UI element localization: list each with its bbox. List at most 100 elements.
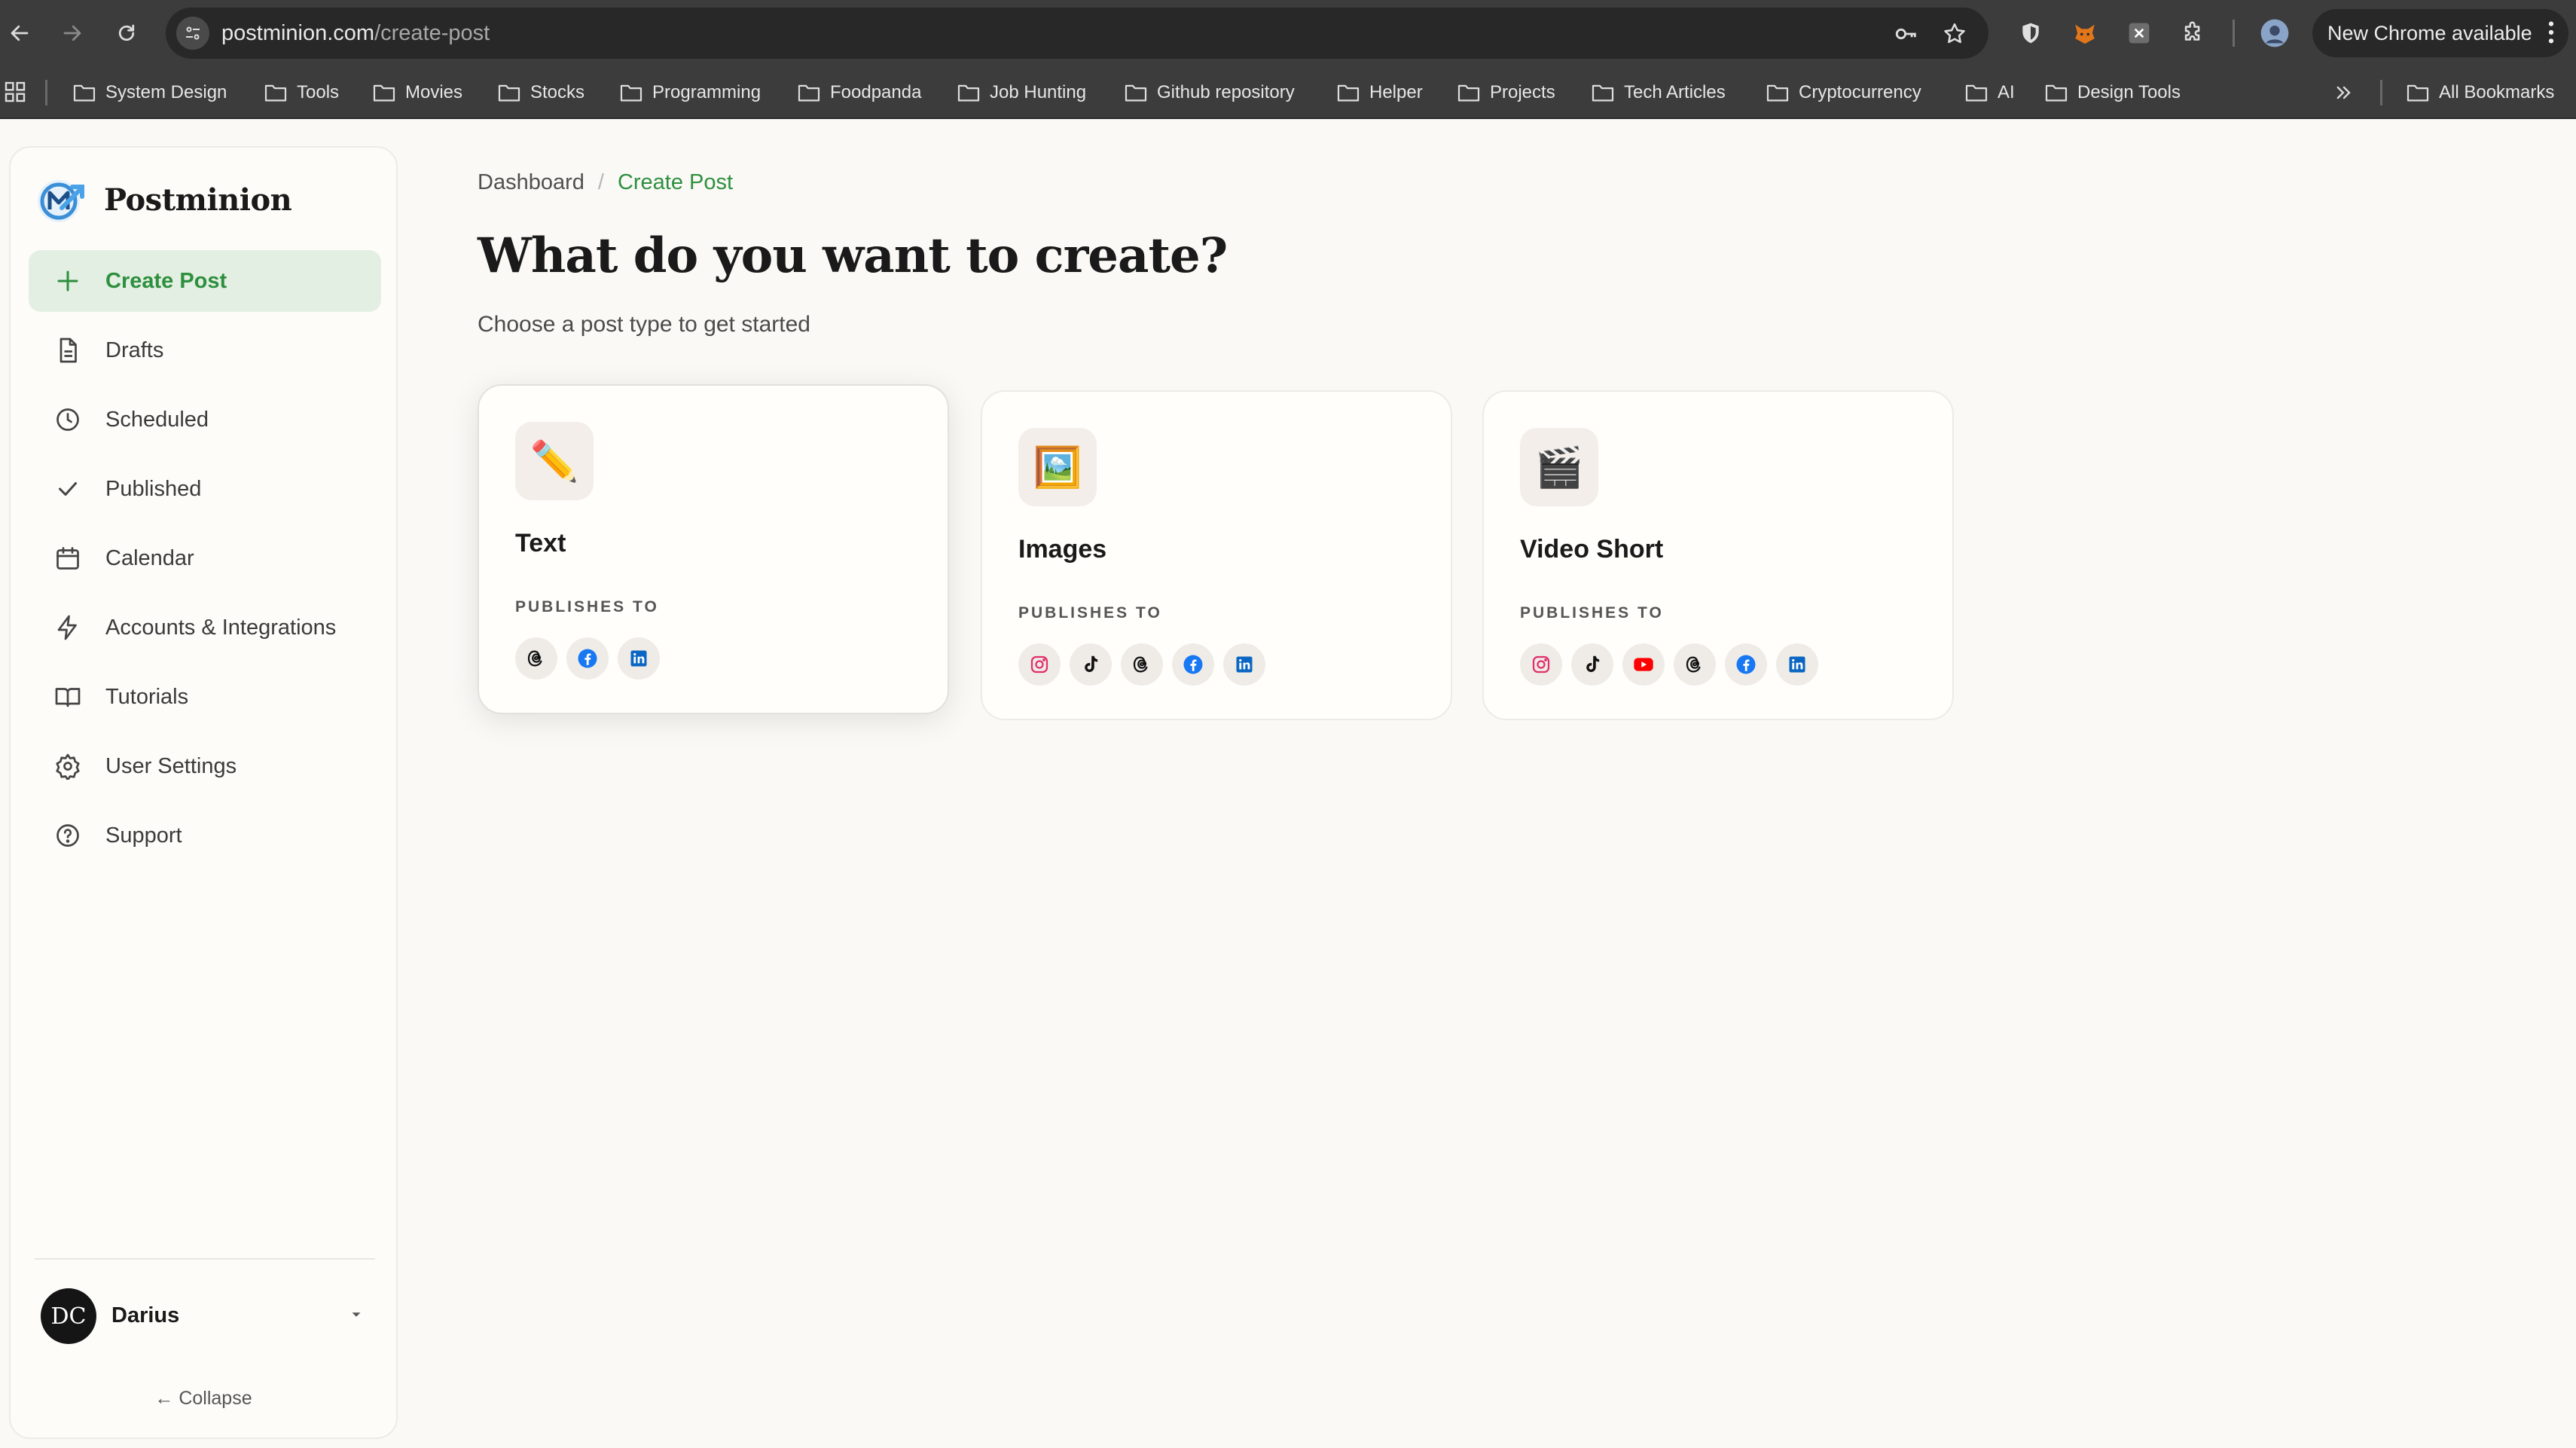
- bookmark-folder[interactable]: Helper: [1336, 78, 1423, 107]
- card-title: Images: [1018, 535, 1107, 564]
- shield-extension-icon[interactable]: [2014, 17, 2047, 50]
- bookmark-folder[interactable]: Job Hunting: [957, 78, 1086, 107]
- nav-calendar[interactable]: Calendar: [29, 527, 381, 589]
- nav-label: Published: [105, 476, 202, 501]
- user-name[interactable]: Darius: [111, 1303, 179, 1328]
- bookmark-label: Programming: [652, 82, 762, 102]
- publishes-to-label: PUBLISHES TO: [1520, 604, 1664, 622]
- instagram-icon: [1520, 643, 1562, 686]
- linkedin-icon: [1223, 643, 1265, 686]
- bookmark-label: Movies: [405, 82, 463, 102]
- more-bookmarks-chevron-icon[interactable]: [2333, 78, 2364, 107]
- nav-scheduled[interactable]: Scheduled: [29, 389, 381, 451]
- key-icon[interactable]: [1892, 20, 1921, 48]
- facebook-icon: [1725, 643, 1767, 686]
- nav-label: Tutorials: [105, 684, 189, 709]
- bookmark-label: Cryptocurrency: [1799, 82, 1921, 102]
- update-label: New Chrome available: [2327, 21, 2532, 44]
- tiktok-icon: [1571, 643, 1613, 686]
- bookmark-folder[interactable]: Cryptocurrency: [1766, 78, 1921, 107]
- toolbar-divider: [2233, 20, 2235, 47]
- x-extension-icon[interactable]: [2123, 17, 2156, 50]
- apps-grid-icon[interactable]: [3, 80, 27, 108]
- bookmark-label: Github repository: [1157, 82, 1295, 102]
- threads-icon: [1121, 643, 1163, 686]
- profile-avatar-icon[interactable]: [2258, 17, 2291, 50]
- nav-label: Create Post: [105, 268, 227, 293]
- collapse-button[interactable]: ← Collapse: [11, 1388, 396, 1410]
- nav-drafts[interactable]: Drafts: [29, 319, 381, 381]
- breadcrumb-separator: /: [597, 170, 604, 194]
- bookmark-label: Projects: [1490, 82, 1555, 102]
- gear-icon: [53, 751, 83, 781]
- avatar[interactable]: DC: [41, 1288, 96, 1344]
- browser-toolbar: postminion.com/create-post New Chrome av…: [0, 0, 2576, 66]
- bookmark-label: Foodpanda: [830, 82, 922, 102]
- fox-extension-icon[interactable]: [2068, 17, 2101, 50]
- page-title: What do you want to create?: [478, 228, 1228, 284]
- clapper-board-emoji-icon: 🎬: [1520, 428, 1598, 506]
- folder-icon: [2407, 84, 2429, 102]
- folder-icon: [1766, 84, 1789, 102]
- address-bar[interactable]: postminion.com/create-post: [166, 8, 1988, 59]
- bookmark-folder[interactable]: Foodpanda: [797, 78, 921, 107]
- bookmark-label: System Design: [105, 82, 227, 102]
- more-menu-icon[interactable]: [2547, 20, 2555, 50]
- forward-icon[interactable]: [54, 15, 90, 51]
- site-settings-icon[interactable]: [176, 17, 209, 50]
- bookmark-folder[interactable]: Programming: [619, 78, 761, 107]
- star-icon[interactable]: [1940, 20, 1969, 48]
- facebook-icon: [566, 637, 609, 680]
- caret-down-icon[interactable]: [348, 1306, 365, 1327]
- nav-accounts-integrations[interactable]: Accounts & Integrations: [29, 597, 381, 658]
- url-text: postminion.com/create-post: [221, 21, 490, 46]
- bookmark-folder[interactable]: Tech Articles: [1591, 78, 1726, 107]
- nav-support[interactable]: Support: [29, 805, 381, 866]
- bolt-icon: [53, 612, 83, 643]
- bookmark-folder[interactable]: AI: [1964, 78, 2015, 107]
- puzzle-extensions-icon[interactable]: [2177, 17, 2210, 50]
- breadcrumb-dashboard[interactable]: Dashboard: [478, 170, 584, 195]
- back-icon[interactable]: [2, 15, 38, 51]
- folder-icon: [1457, 84, 1480, 102]
- bookmark-label: Helper: [1369, 82, 1423, 102]
- bookmarks-divider: [45, 80, 47, 105]
- bookmark-folder[interactable]: Projects: [1457, 78, 1555, 107]
- bookmark-label: AI: [1998, 82, 2015, 102]
- publishes-to-label: PUBLISHES TO: [1018, 604, 1162, 622]
- platform-list: [1520, 643, 1827, 686]
- page-subtitle: Choose a post type to get started: [478, 312, 810, 337]
- post-type-card-video-short[interactable]: 🎬 Video Short PUBLISHES TO: [1482, 390, 1954, 720]
- linkedin-icon: [618, 637, 660, 680]
- book-icon: [53, 682, 83, 712]
- folder-icon: [1125, 84, 1147, 102]
- bookmark-folder[interactable]: Github repository: [1124, 78, 1295, 107]
- linkedin-icon: [1776, 643, 1818, 686]
- nav-create-post[interactable]: Create Post: [29, 250, 381, 312]
- post-type-card-text[interactable]: ✏️ Text PUBLISHES TO: [478, 384, 949, 714]
- bookmark-folder[interactable]: System Design: [72, 78, 227, 107]
- youtube-icon: [1622, 643, 1665, 686]
- nav-label: Accounts & Integrations: [105, 615, 337, 640]
- folder-icon: [73, 84, 96, 102]
- url-path: /create-post: [374, 21, 490, 45]
- postminion-logo-icon[interactable]: [33, 178, 89, 225]
- bookmarks-bar: System Design Tools Movies Stocks Progra…: [0, 66, 2576, 119]
- bookmark-folder[interactable]: Design Tools: [2044, 78, 2181, 107]
- bookmark-folder[interactable]: Movies: [372, 78, 462, 107]
- bookmark-label: Tools: [297, 82, 340, 102]
- file-icon: [53, 335, 83, 365]
- reload-icon[interactable]: [108, 15, 145, 51]
- all-bookmarks-folder[interactable]: All Bookmarks: [2406, 78, 2554, 107]
- folder-icon: [798, 84, 820, 102]
- nav-published[interactable]: Published: [29, 458, 381, 520]
- new-chrome-available-button[interactable]: New Chrome available: [2312, 9, 2568, 57]
- nav-tutorials[interactable]: Tutorials: [29, 666, 381, 728]
- bookmark-folder[interactable]: Tools: [264, 78, 339, 107]
- nav-user-settings[interactable]: User Settings: [29, 735, 381, 797]
- nav-label: Support: [105, 823, 182, 848]
- folder-icon: [264, 84, 287, 102]
- post-type-card-images[interactable]: 🖼️ Images PUBLISHES TO: [981, 390, 1452, 720]
- calendar-icon: [53, 543, 83, 573]
- bookmark-folder[interactable]: Stocks: [497, 78, 584, 107]
